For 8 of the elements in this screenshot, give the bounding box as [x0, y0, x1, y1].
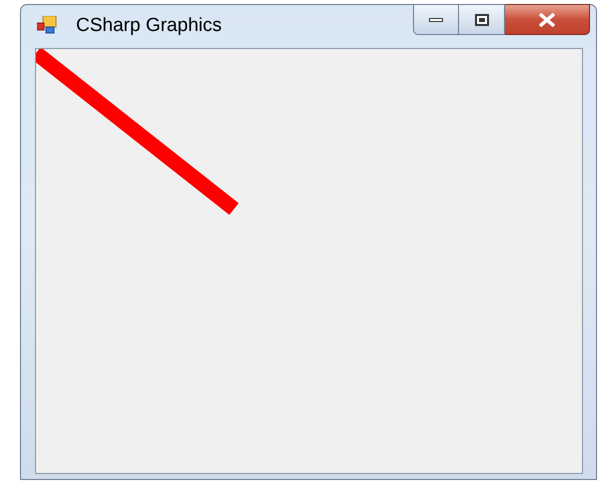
window-title: CSharp Graphics [76, 14, 222, 38]
close-icon [538, 12, 556, 26]
maximize-button[interactable] [459, 4, 505, 35]
minimize-icon [429, 16, 443, 22]
maximize-icon [474, 14, 488, 26]
close-button[interactable] [505, 4, 590, 35]
window-app-icon [37, 16, 57, 34]
minimize-button[interactable] [413, 4, 459, 35]
